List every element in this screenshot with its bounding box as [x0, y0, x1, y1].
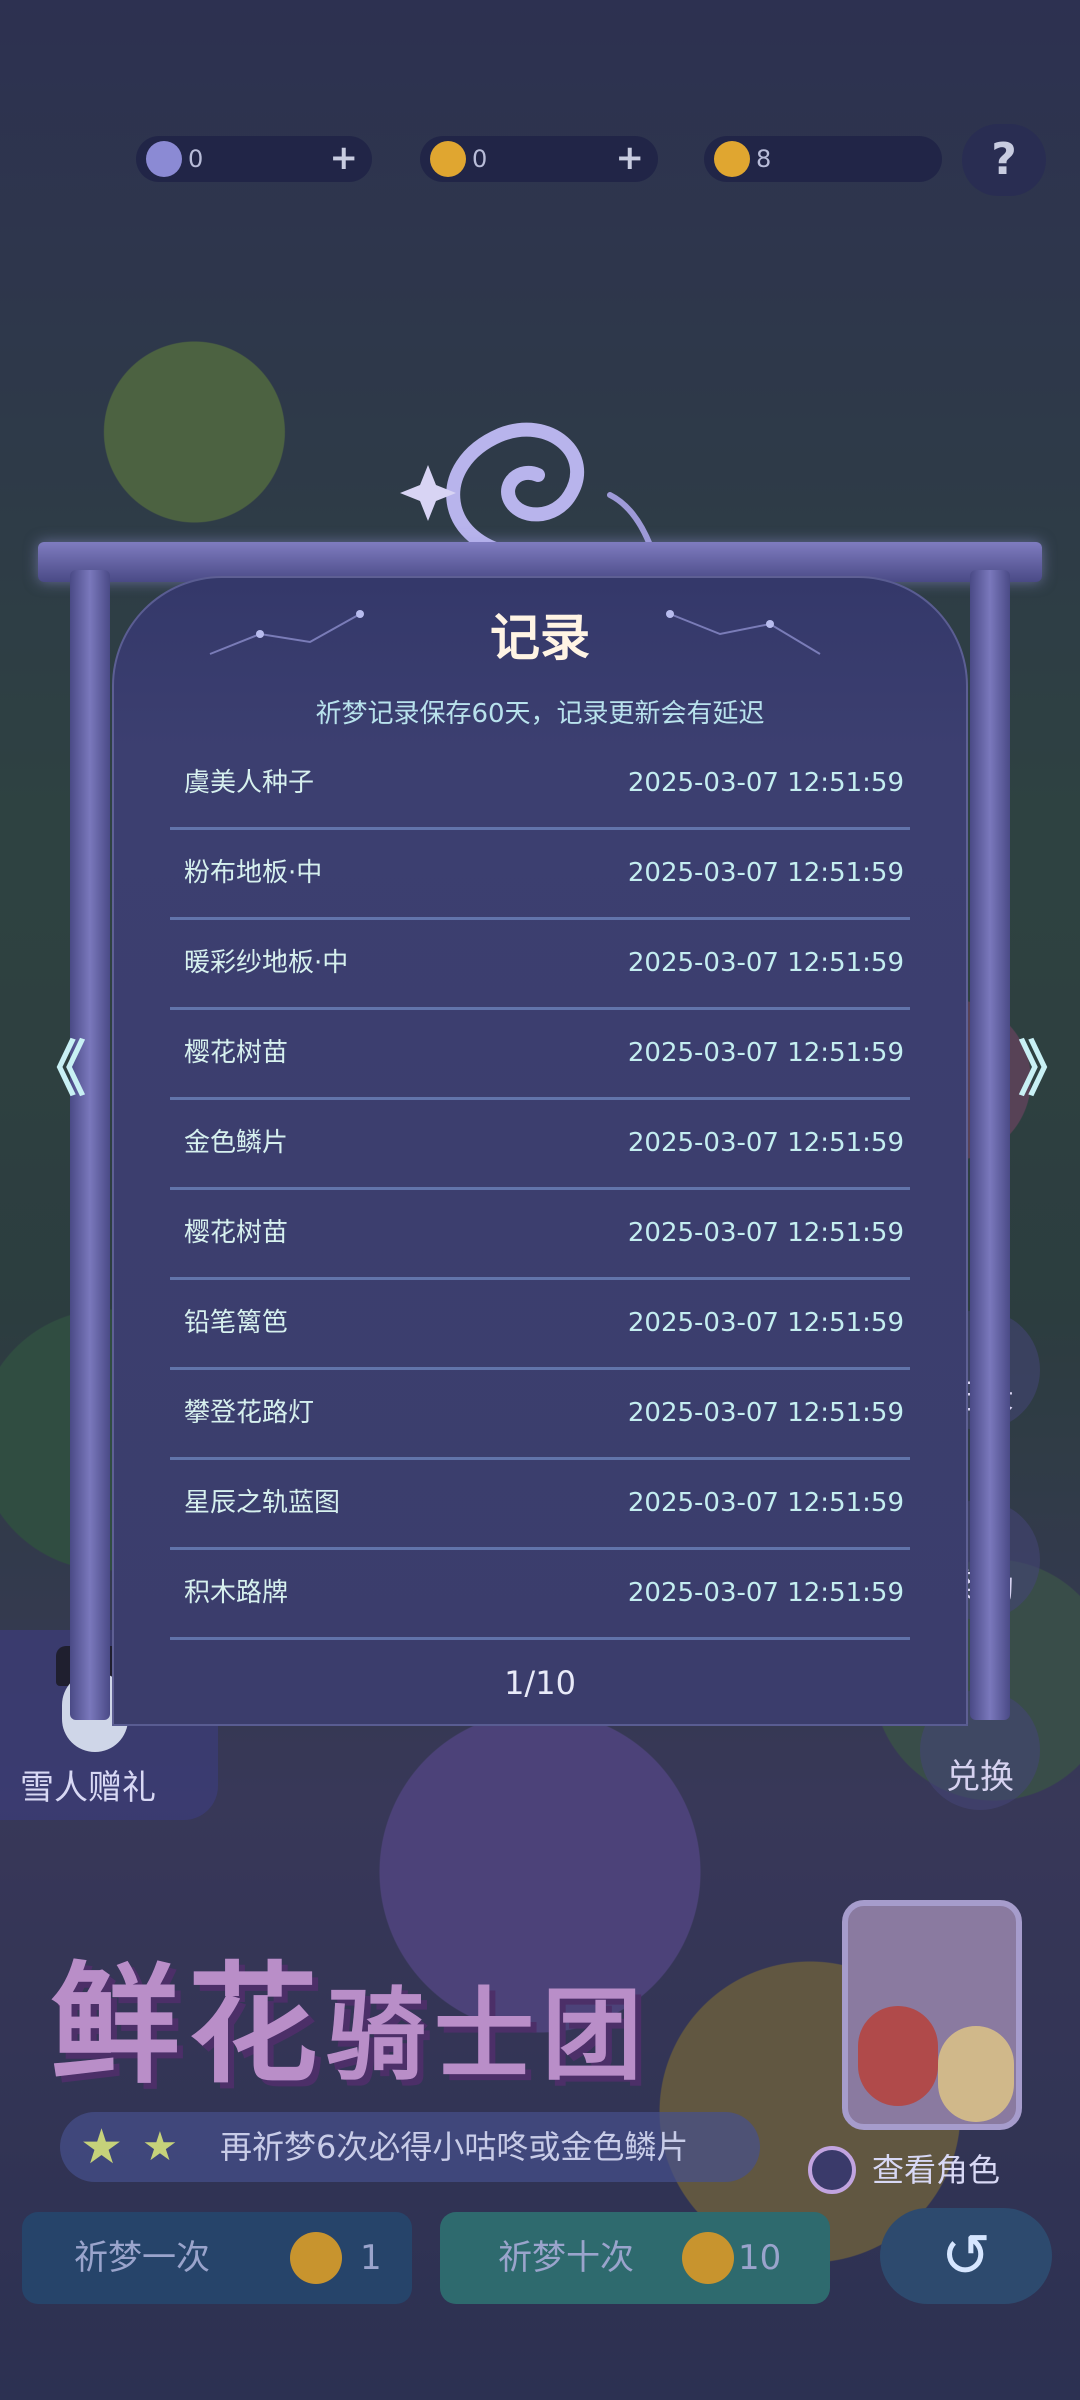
view-role-button[interactable]: 查看角色	[800, 2140, 1030, 2200]
record-timestamp: 2025-03-07 12:51:59	[627, 1488, 904, 1518]
record-timestamp: 2025-03-07 12:51:59	[627, 1308, 904, 1338]
record-timestamp: 2025-03-07 12:51:59	[627, 1038, 904, 1068]
record-row: 星辰之轨蓝图 2025-03-07 12:51:59	[170, 1460, 910, 1550]
record-row: 金色鳞片 2025-03-07 12:51:59	[170, 1100, 910, 1190]
record-row: 虞美人种子 2025-03-07 12:51:59	[170, 740, 910, 830]
record-item-name: 积木路牌	[184, 1578, 289, 1608]
draw-once-cost: 1	[360, 2238, 382, 2278]
coin-icon	[290, 2232, 342, 2284]
record-item-name: 铅笔篱笆	[184, 1308, 289, 1338]
draw-once-button[interactable]: 祈梦一次 1	[22, 2212, 412, 2304]
record-timestamp: 2025-03-07 12:51:59	[627, 768, 904, 798]
pity-progress-bar: ★ ★ 再祈梦6次必得小咕咚或金色鳞片	[60, 2112, 760, 2182]
moon-icon	[146, 141, 182, 177]
record-row: 攀登花路灯 2025-03-07 12:51:59	[170, 1370, 910, 1460]
coin-currency: 0 +	[420, 136, 658, 182]
record-timestamp: 2025-03-07 12:51:59	[627, 858, 904, 888]
record-timestamp: 2025-03-07 12:51:59	[627, 1578, 904, 1608]
moon-ornament-icon	[400, 422, 653, 562]
record-row: 暖彩纱地板·中 2025-03-07 12:51:59	[170, 920, 910, 1010]
snowman-gift-label: 雪人赠礼	[20, 1768, 156, 1808]
record-item-name: 粉布地板·中	[184, 858, 323, 888]
draw-ten-button[interactable]: 祈梦十次 10	[440, 2212, 830, 2304]
record-timestamp: 2025-03-07 12:51:59	[627, 1218, 904, 1248]
modal-pillar-right	[970, 570, 1010, 1720]
pity-text: 再祈梦6次必得小咕咚或金色鳞片	[220, 2128, 689, 2166]
star-icon: ★	[80, 2119, 124, 2175]
magnifier-icon	[808, 2146, 856, 2194]
coin-icon	[430, 141, 466, 177]
banner-title-small: 骑士团	[326, 1977, 651, 2094]
add-moon-button[interactable]: +	[330, 140, 359, 176]
back-button[interactable]: ↺	[880, 2208, 1052, 2304]
record-row: 粉布地板·中 2025-03-07 12:51:59	[170, 830, 910, 920]
ticket-icon	[714, 141, 750, 177]
draw-ten-cost: 10	[738, 2238, 782, 2278]
draw-ten-label: 祈梦十次	[498, 2238, 634, 2278]
star-icon: ★	[142, 2124, 178, 2170]
page-indicator: 1/10	[504, 1664, 576, 1702]
record-item-name: 樱花树苗	[184, 1038, 289, 1068]
add-coin-button[interactable]: +	[616, 140, 645, 176]
record-row: 积木路牌 2025-03-07 12:51:59	[170, 1550, 910, 1640]
record-timestamp: 2025-03-07 12:51:59	[627, 948, 904, 978]
help-button[interactable]: ?	[962, 124, 1046, 196]
record-item-name: 樱花树苗	[184, 1218, 289, 1248]
coin-currency-value: 0	[472, 145, 488, 173]
record-row: 樱花树苗 2025-03-07 12:51:59	[170, 1010, 910, 1100]
draw-once-label: 祈梦一次	[74, 2238, 210, 2278]
record-timestamp: 2025-03-07 12:51:59	[627, 1398, 904, 1428]
banner-title: 鲜花骑士团	[50, 1920, 650, 2108]
record-row: 铅笔篱笆 2025-03-07 12:51:59	[170, 1280, 910, 1370]
modal-subtitle: 祈梦记录保存60天，记录更新会有延迟	[315, 699, 765, 729]
prev-page-icon[interactable]: 《	[26, 1040, 86, 1102]
character-portrait	[938, 2026, 1014, 2122]
record-item-name: 虞美人种子	[184, 768, 315, 798]
character-card[interactable]	[842, 1900, 1022, 2130]
exchange-side-label: 兑换	[946, 1757, 1014, 1797]
record-item-name: 星辰之轨蓝图	[184, 1488, 341, 1518]
modal-title: 记录	[490, 609, 590, 667]
banner-title-big: 鲜花	[50, 1949, 327, 2101]
modal-pillar-left	[70, 570, 110, 1720]
record-item-name: 金色鳞片	[184, 1128, 289, 1158]
ticket-currency: 8	[704, 136, 942, 182]
record-item-name: 暖彩纱地板·中	[184, 948, 349, 978]
next-page-icon[interactable]: 》	[1018, 1040, 1078, 1102]
character-portrait	[858, 2006, 938, 2106]
coin-icon	[682, 2232, 734, 2284]
moon-currency-value: 0	[188, 145, 204, 173]
view-role-label: 查看角色	[872, 2151, 1001, 2189]
record-item-name: 攀登花路灯	[184, 1398, 315, 1428]
record-timestamp: 2025-03-07 12:51:59	[627, 1128, 904, 1158]
ticket-currency-value: 8	[756, 145, 772, 173]
moon-currency: 0 +	[136, 136, 372, 182]
record-row: 樱花树苗 2025-03-07 12:51:59	[170, 1190, 910, 1280]
